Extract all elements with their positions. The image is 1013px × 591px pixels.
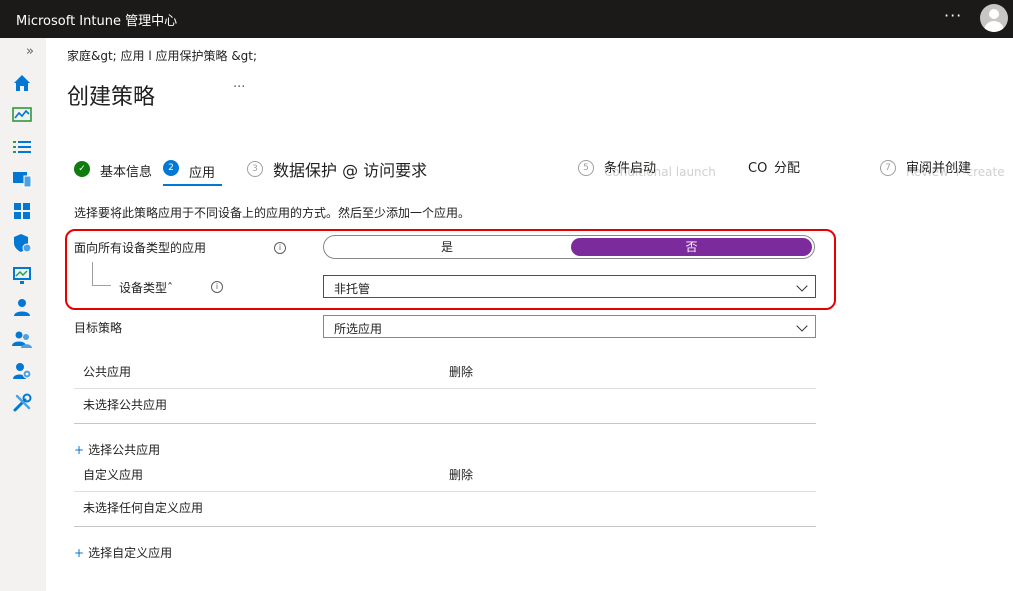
step-6-number: CO [748, 161, 768, 176]
endpoint-security-icon[interactable] [11, 232, 33, 254]
custom-apps-empty: 未选择任何自定义应用 [83, 501, 204, 515]
divider [74, 423, 816, 424]
tree-connector [92, 262, 111, 286]
page-title: 创建策略 [67, 85, 156, 110]
step-basics[interactable]: 基本信息 [100, 161, 152, 180]
avatar[interactable] [980, 4, 1008, 32]
expand-sidebar-icon[interactable]: » [26, 44, 34, 59]
select-public-apps-label: 选择公共应用 [88, 443, 161, 457]
step-3-number: 3 [247, 161, 263, 177]
users-icon[interactable] [11, 296, 33, 318]
target-all-toggle[interactable]: 是 否 [323, 235, 815, 259]
divider [74, 526, 816, 527]
toggle-option-yes[interactable]: 是 [324, 236, 570, 258]
plus-icon: + [74, 546, 85, 560]
reports-icon[interactable] [11, 264, 33, 286]
all-services-icon[interactable] [11, 136, 33, 158]
target-policy-select[interactable]: 所选应用 [323, 315, 816, 338]
step-apps[interactable]: 应用 [189, 162, 215, 181]
app-title[interactable]: Microsoft Intune 管理中心 [16, 10, 177, 29]
troubleshooting-icon[interactable] [11, 392, 33, 414]
step-7-number: 7 [880, 160, 896, 176]
target-policy-value: 所选应用 [334, 322, 383, 336]
step-review-create[interactable]: 审阅并创建 [906, 157, 971, 176]
plus-icon: + [74, 443, 85, 457]
home-icon[interactable] [11, 72, 33, 94]
device-types-value: 非托管 [334, 282, 371, 296]
step-2-number: 2 [163, 160, 179, 176]
chevron-down-icon [796, 320, 808, 332]
more-icon[interactable]: ··· [944, 6, 962, 25]
custom-apps-header: 自定义应用 [83, 468, 144, 482]
step-1-check-icon: ✓ [74, 161, 90, 177]
info-icon[interactable]: i [274, 242, 286, 254]
page-more-icon[interactable]: ··· [233, 80, 245, 95]
top-bar: Microsoft Intune 管理中心 ··· [0, 0, 1013, 38]
public-apps-empty: 未选择公共应用 [83, 398, 168, 412]
devices-icon[interactable] [11, 168, 33, 190]
breadcrumb[interactable]: 家庭&gt; 应用 l 应用保护策略 &gt; [67, 47, 257, 64]
step-assignments[interactable]: 分配 [774, 157, 800, 176]
public-apps-header: 公共应用 [83, 365, 132, 379]
sidebar: » [0, 38, 46, 591]
divider [74, 388, 816, 389]
info-icon[interactable]: i [211, 281, 223, 293]
step-5-number: 5 [578, 160, 594, 176]
dashboard-icon[interactable] [11, 104, 33, 126]
active-step-indicator [163, 184, 222, 186]
instructions-text: 选择要将此策略应用于不同设备上的应用的方式。然后至少添加一个应用。 [74, 206, 471, 220]
target-all-label: 面向所有设备类型的应用 [74, 241, 207, 255]
device-types-label: 设备类型ˆ [119, 281, 174, 295]
toggle-option-no[interactable]: 否 [571, 238, 812, 256]
step-conditional-launch[interactable]: 条件启动 [604, 157, 656, 176]
tenant-admin-icon[interactable] [11, 360, 33, 382]
step-data-protection[interactable]: 数据保护 @ 访问要求 [273, 157, 427, 181]
apps-icon[interactable] [11, 200, 33, 222]
select-custom-apps-label: 选择自定义应用 [88, 546, 173, 560]
custom-apps-remove-header: 删除 [449, 468, 474, 482]
target-policy-label: 目标策略 [74, 321, 123, 335]
groups-icon[interactable] [11, 328, 33, 350]
device-types-select[interactable]: 非托管 [323, 275, 816, 298]
public-apps-remove-header: 删除 [449, 365, 474, 379]
divider [74, 491, 816, 492]
select-public-apps-link[interactable]: + 选择公共应用 [74, 441, 160, 458]
select-custom-apps-link[interactable]: + 选择自定义应用 [74, 544, 172, 561]
chevron-down-icon [796, 280, 808, 292]
